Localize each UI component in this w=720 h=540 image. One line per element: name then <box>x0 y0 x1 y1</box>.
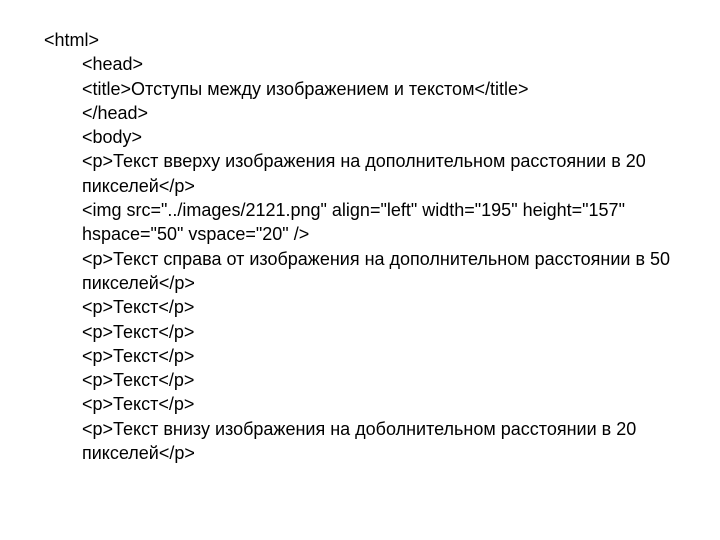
code-line: <p>Текст</p> <box>82 368 676 392</box>
code-line: <p>Текст</p> <box>82 320 676 344</box>
tag-open: <title> <box>82 79 131 99</box>
code-line: </head> <box>82 101 676 125</box>
code-line: <head> <box>82 52 676 76</box>
code-line: <p>Текст</p> <box>82 392 676 416</box>
code-line: <img src="../images/2121.png" align="lef… <box>82 198 676 247</box>
code-line: <p>Текст</p> <box>82 295 676 319</box>
code-indent: <head> <title>Отступы между изображением… <box>44 52 676 465</box>
code-line: <title>Отступы между изображением и текс… <box>82 77 676 101</box>
code-line: <p>Текст внизу изображения на доболнител… <box>82 417 676 466</box>
code-line: <html> <box>44 28 676 52</box>
title-text: Отступы между изображением и текстом <box>131 79 474 99</box>
code-line: <body> <box>82 125 676 149</box>
code-line: <p>Текст вверху изображения на дополните… <box>82 149 676 198</box>
code-block: <html> <head> <title>Отступы между изобр… <box>0 0 720 465</box>
code-line: <p>Текст справа от изображения на дополн… <box>82 247 676 296</box>
tag-close: </title> <box>474 79 528 99</box>
code-line: <p>Текст</p> <box>82 344 676 368</box>
